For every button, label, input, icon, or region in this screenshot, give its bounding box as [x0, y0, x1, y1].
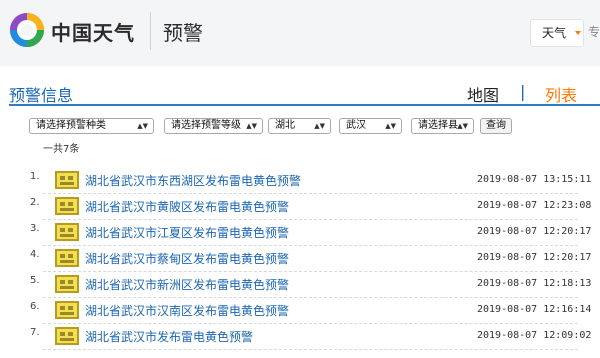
- select-arrows-icon: ▲▼: [246, 122, 257, 130]
- alert-index: 6.: [30, 301, 40, 312]
- thunder-yellow-warning-icon[interactable]: [55, 249, 79, 267]
- province-value: 湖北: [275, 120, 295, 131]
- thunder-yellow-warning-icon[interactable]: [55, 223, 79, 241]
- alert-title-link[interactable]: 湖北省武汉市发布雷电黄色预警: [85, 328, 253, 345]
- header-side-text[interactable]: 专: [588, 23, 600, 40]
- alert-list-item: 6. 湖北省武汉市汉南区发布雷电黄色预警 2019-08-07 12:16:14: [0, 301, 600, 327]
- warning-level-select[interactable]: 请选择预警等级 ▲▼: [164, 118, 263, 134]
- thunder-yellow-warning-icon[interactable]: [55, 327, 79, 345]
- alert-list-item: 7. 湖北省武汉市发布雷电黄色预警 2019-08-07 12:09:02: [0, 327, 600, 353]
- row-divider: [43, 271, 578, 272]
- select-arrows-icon: ▲▼: [457, 122, 468, 130]
- alert-title-link[interactable]: 湖北省武汉市新洲区发布雷电黄色预警: [85, 276, 289, 293]
- weather-dropdown-button[interactable]: 天气: [530, 19, 584, 47]
- logo-text[interactable]: 中国天气: [51, 17, 135, 46]
- section-title: 预警信息: [9, 86, 74, 105]
- thunder-yellow-warning-icon[interactable]: [55, 171, 79, 189]
- alert-time: 2019-08-07 12:23:08: [477, 200, 592, 211]
- page-title: 预警: [163, 21, 203, 45]
- thunder-yellow-warning-icon[interactable]: [55, 197, 79, 215]
- city-value: 武汉: [346, 120, 366, 131]
- alert-time: 2019-08-07 12:20:17: [477, 252, 592, 263]
- alert-list-item: 5. 湖北省武汉市新洲区发布雷电黄色预警 2019-08-07 12:18:13: [0, 275, 600, 301]
- view-toggle-separator: |: [520, 82, 526, 101]
- thunder-yellow-warning-icon[interactable]: [55, 275, 79, 293]
- warning-type-value: 请选择预警种类: [36, 120, 106, 131]
- row-divider: [43, 193, 578, 194]
- province-select[interactable]: 湖北 ▲▼: [268, 118, 331, 134]
- alert-time: 2019-08-07 12:09:02: [477, 330, 592, 341]
- row-divider: [43, 349, 578, 350]
- alert-list-item: 1. 湖北省武汉市东西湖区发布雷电黄色预警 2019-08-07 13:15:1…: [0, 171, 600, 197]
- row-divider: [43, 219, 578, 220]
- row-divider: [43, 297, 578, 298]
- select-arrows-icon: ▲▼: [137, 122, 148, 130]
- header-divider: [150, 12, 151, 50]
- section-rule: [9, 104, 600, 106]
- county-select[interactable]: 请选择县 ▲▼: [411, 118, 474, 134]
- alert-index: 5.: [30, 275, 40, 286]
- sunburst-logo-icon[interactable]: [9, 12, 45, 48]
- view-toggle-list[interactable]: 列表: [545, 82, 577, 106]
- alert-index: 3.: [30, 223, 40, 234]
- alert-title-link[interactable]: 湖北省武汉市东西湖区发布雷电黄色预警: [85, 172, 301, 189]
- warning-type-select[interactable]: 请选择预警种类 ▲▼: [29, 118, 154, 134]
- alert-list-item: 4. 湖北省武汉市蔡甸区发布雷电黄色预警 2019-08-07 12:20:17: [0, 249, 600, 275]
- alert-time: 2019-08-07 12:16:14: [477, 304, 592, 315]
- alert-index: 1.: [30, 171, 40, 182]
- alert-title-link[interactable]: 湖北省武汉市黄陂区发布雷电黄色预警: [85, 198, 289, 215]
- weather-button-label: 天气: [542, 26, 567, 40]
- row-divider: [43, 245, 578, 246]
- site-header: 中国天气 预警 天气 专: [0, 0, 600, 66]
- alert-title-link[interactable]: 湖北省武汉市江夏区发布雷电黄色预警: [85, 224, 289, 241]
- row-divider: [43, 323, 578, 324]
- alert-index: 7.: [30, 327, 40, 338]
- thunder-yellow-warning-icon[interactable]: [55, 301, 79, 319]
- alert-time: 2019-08-07 12:18:13: [477, 278, 592, 289]
- caret-down-icon: [575, 31, 581, 35]
- view-toggle-map[interactable]: 地图: [467, 82, 499, 106]
- alert-time: 2019-08-07 12:20:17: [477, 226, 592, 237]
- select-arrows-icon: ▲▼: [385, 122, 396, 130]
- alert-list-item: 2. 湖北省武汉市黄陂区发布雷电黄色预警 2019-08-07 12:23:08: [0, 197, 600, 223]
- county-value: 请选择县: [418, 120, 458, 131]
- alert-list-item: 3. 湖北省武汉市江夏区发布雷电黄色预警 2019-08-07 12:20:17: [0, 223, 600, 249]
- alert-time: 2019-08-07 13:15:11: [477, 174, 592, 185]
- warning-level-value: 请选择预警等级: [171, 120, 241, 131]
- city-select[interactable]: 武汉 ▲▼: [339, 118, 402, 134]
- alert-index: 2.: [30, 197, 40, 208]
- result-count: 一共7条: [43, 144, 80, 155]
- alert-title-link[interactable]: 湖北省武汉市蔡甸区发布雷电黄色预警: [85, 250, 289, 267]
- select-arrows-icon: ▲▼: [314, 122, 325, 130]
- query-button[interactable]: 查询: [480, 118, 512, 134]
- alert-title-link[interactable]: 湖北省武汉市汉南区发布雷电黄色预警: [85, 302, 289, 319]
- alert-index: 4.: [30, 249, 40, 260]
